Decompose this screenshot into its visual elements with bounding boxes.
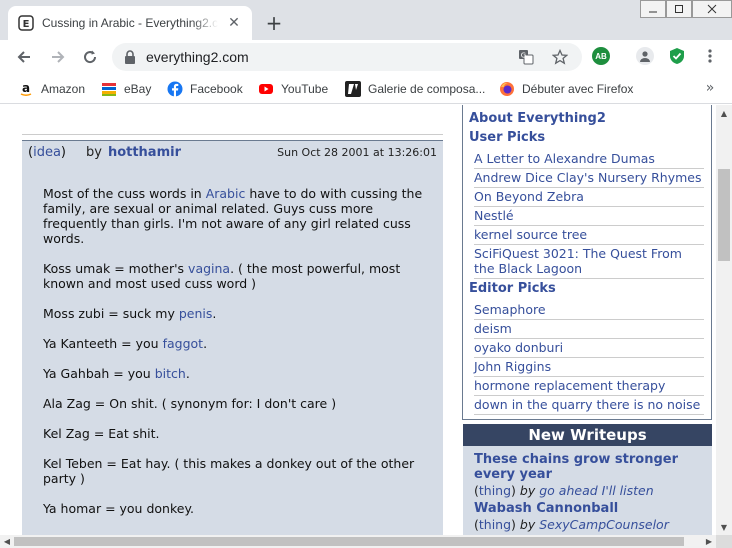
horizontal-scrollbar[interactable]: ◀ ▶: [0, 535, 716, 548]
writeup-paragraph: Kel Teben = Eat hay. ( this makes a donk…: [43, 456, 415, 486]
link-vagina[interactable]: vagina: [188, 261, 230, 276]
writeup-paragraph: Kel Zag = Eat shit.: [43, 426, 160, 441]
back-arrow-icon: [17, 51, 30, 63]
adblock-extension-icon[interactable]: AB: [592, 47, 610, 65]
writeup-paragraph: Ya homar = you donkey.: [43, 501, 195, 516]
ebay-icon: [101, 81, 117, 97]
bookmark-ebay[interactable]: eBay: [101, 80, 151, 98]
writeup-paragraph: Ala Zag = On shit. ( synonym for: I don'…: [43, 396, 337, 411]
security-shield-extension-icon[interactable]: [668, 47, 686, 65]
new-writeup-author-link[interactable]: go ahead I'll listen: [539, 483, 653, 498]
link-faggot[interactable]: faggot: [163, 336, 203, 351]
editor-pick-item[interactable]: hormone replacement therapy: [474, 378, 704, 396]
divider: [22, 134, 443, 135]
scroll-down-arrow-icon[interactable]: ▼: [716, 519, 732, 535]
writeup-paragraph: Koss umak = mother's vagina. ( the most …: [43, 261, 401, 291]
new-writeups-heading: New Writeups: [463, 424, 712, 446]
svg-text:G: G: [521, 52, 526, 60]
editor-pick-item[interactable]: deism: [474, 321, 704, 339]
user-pick-item[interactable]: Andrew Dice Clay's Nursery Rhymes: [474, 170, 704, 188]
amazon-icon: a: [18, 81, 34, 97]
writeup-paragraph: Moss zubi = suck my penis.: [43, 306, 217, 321]
vertical-scrollbar[interactable]: ▲ ▼: [716, 105, 732, 535]
new-writeup-type-link[interactable]: thing: [479, 517, 511, 532]
user-pick-item[interactable]: On Beyond Zebra: [474, 189, 704, 207]
reload-icon: [84, 50, 97, 64]
youtube-icon: [258, 81, 274, 97]
profile-avatar-icon[interactable]: [636, 47, 654, 65]
writeup-by-label: by: [85, 145, 102, 160]
svg-text:a: a: [22, 81, 30, 95]
bookmark-star-icon[interactable]: [552, 49, 568, 65]
editor-pick-item[interactable]: John Riggins: [474, 359, 704, 377]
lock-icon: [125, 50, 135, 64]
writeup-type-link[interactable]: idea: [33, 145, 61, 160]
user-pick-item[interactable]: SciFiQuest 3021: The Quest From the Blac…: [474, 246, 704, 279]
address-bar[interactable]: everything2.com G: [112, 43, 582, 71]
writeup-paragraph: Most of the cuss words in Arabic have to…: [43, 186, 423, 246]
forward-arrow-icon: [52, 51, 65, 63]
new-writeup-title-link[interactable]: Wabash Cannonball: [474, 501, 704, 516]
link-penis[interactable]: penis: [179, 306, 213, 321]
bookmarks-bar: a Amazon eBay Facebook YouTube Galerie d…: [0, 74, 732, 104]
translate-icon[interactable]: G: [518, 49, 534, 65]
link-arabic[interactable]: Arabic: [206, 186, 246, 201]
link-bitch[interactable]: bitch: [155, 366, 186, 381]
back-button[interactable]: [12, 45, 36, 69]
sidebar-picks: About Everything2 User Picks A Letter to…: [462, 105, 712, 420]
scroll-up-arrow-icon[interactable]: ▲: [716, 105, 732, 121]
editor-pick-item[interactable]: down in the quarry there is no noise: [474, 397, 704, 415]
bookmark-galerie[interactable]: Galerie de composa...: [345, 80, 485, 98]
close-window-button[interactable]: [692, 0, 732, 18]
browser-menu-icon[interactable]: [701, 47, 719, 65]
tab-strip: E Cussing in Arabic - Everything2.com ✕ …: [0, 0, 732, 40]
writeup-paragraph: Ya Gahbah = you bitch.: [43, 366, 190, 381]
tab-title: Cussing in Arabic - Everything2.com: [42, 16, 218, 30]
horizontal-scroll-thumb[interactable]: [14, 537, 684, 546]
writeup-body: Most of the cuss words in Arabic have to…: [22, 164, 443, 535]
scroll-left-arrow-icon[interactable]: ◀: [0, 535, 14, 548]
reload-button[interactable]: [78, 45, 102, 69]
scroll-right-arrow-icon[interactable]: ▶: [702, 535, 716, 548]
scrollbar-corner: [716, 535, 732, 548]
user-picks-heading: User Picks: [469, 130, 546, 145]
svg-text:E: E: [23, 19, 30, 30]
user-pick-item[interactable]: A Letter to Alexandre Dumas: [474, 151, 704, 169]
editor-pick-item[interactable]: oyako donburi: [474, 340, 704, 358]
writeup-author-link[interactable]: hotthamir: [108, 145, 181, 160]
close-tab-icon[interactable]: ✕: [226, 15, 242, 31]
bookmark-firefox[interactable]: Débuter avec Firefox: [499, 80, 633, 98]
user-pick-item[interactable]: kernel source tree: [474, 227, 704, 245]
galerie-icon: [345, 81, 361, 97]
new-writeup-type-link[interactable]: thing: [479, 483, 511, 498]
bookmark-youtube[interactable]: YouTube: [258, 80, 328, 98]
editor-pick-item[interactable]: Semaphore: [474, 302, 704, 320]
more-bookmarks-button[interactable]: »: [700, 78, 720, 98]
new-writeup-meta: (thing) by go ahead I'll listen: [474, 483, 654, 498]
writeup-type-close: ): [60, 145, 66, 160]
new-writeup-meta: (thing) by SexyCampCounselor: [474, 517, 669, 532]
user-pick-item[interactable]: Nestlé: [474, 208, 704, 226]
new-tab-button[interactable]: +: [262, 11, 286, 35]
minimize-window-button[interactable]: [640, 0, 666, 18]
facebook-icon: [167, 81, 183, 97]
writeup-date: Sun Oct 28 2001 at 13:26:01: [277, 146, 437, 159]
about-everything2-link[interactable]: About Everything2: [469, 111, 606, 126]
vertical-scroll-thumb[interactable]: [718, 169, 730, 261]
url-text: everything2.com: [146, 49, 249, 65]
writeup-header: (idea) by hotthamir Sun Oct 28 2001 at 1…: [22, 140, 443, 164]
editor-picks-heading: Editor Picks: [469, 281, 556, 296]
forward-button[interactable]: [46, 45, 70, 69]
everything2-favicon-icon: E: [18, 15, 34, 31]
bookmark-amazon[interactable]: a Amazon: [18, 80, 85, 98]
bookmark-facebook[interactable]: Facebook: [167, 80, 243, 98]
new-writeup-author-link[interactable]: SexyCampCounselor: [539, 517, 669, 532]
firefox-icon: [499, 81, 515, 97]
page-viewport: (idea) by hotthamir Sun Oct 28 2001 at 1…: [0, 105, 716, 535]
browser-tab[interactable]: E Cussing in Arabic - Everything2.com ✕: [8, 6, 252, 40]
writeup-paragraph: Ya Kanteeth = you faggot.: [43, 336, 208, 351]
new-writeups-list: These chains grow stronger every year (t…: [463, 446, 712, 535]
maximize-window-button[interactable]: [666, 0, 692, 18]
new-writeup-title-link[interactable]: These chains grow stronger every year: [474, 452, 704, 482]
